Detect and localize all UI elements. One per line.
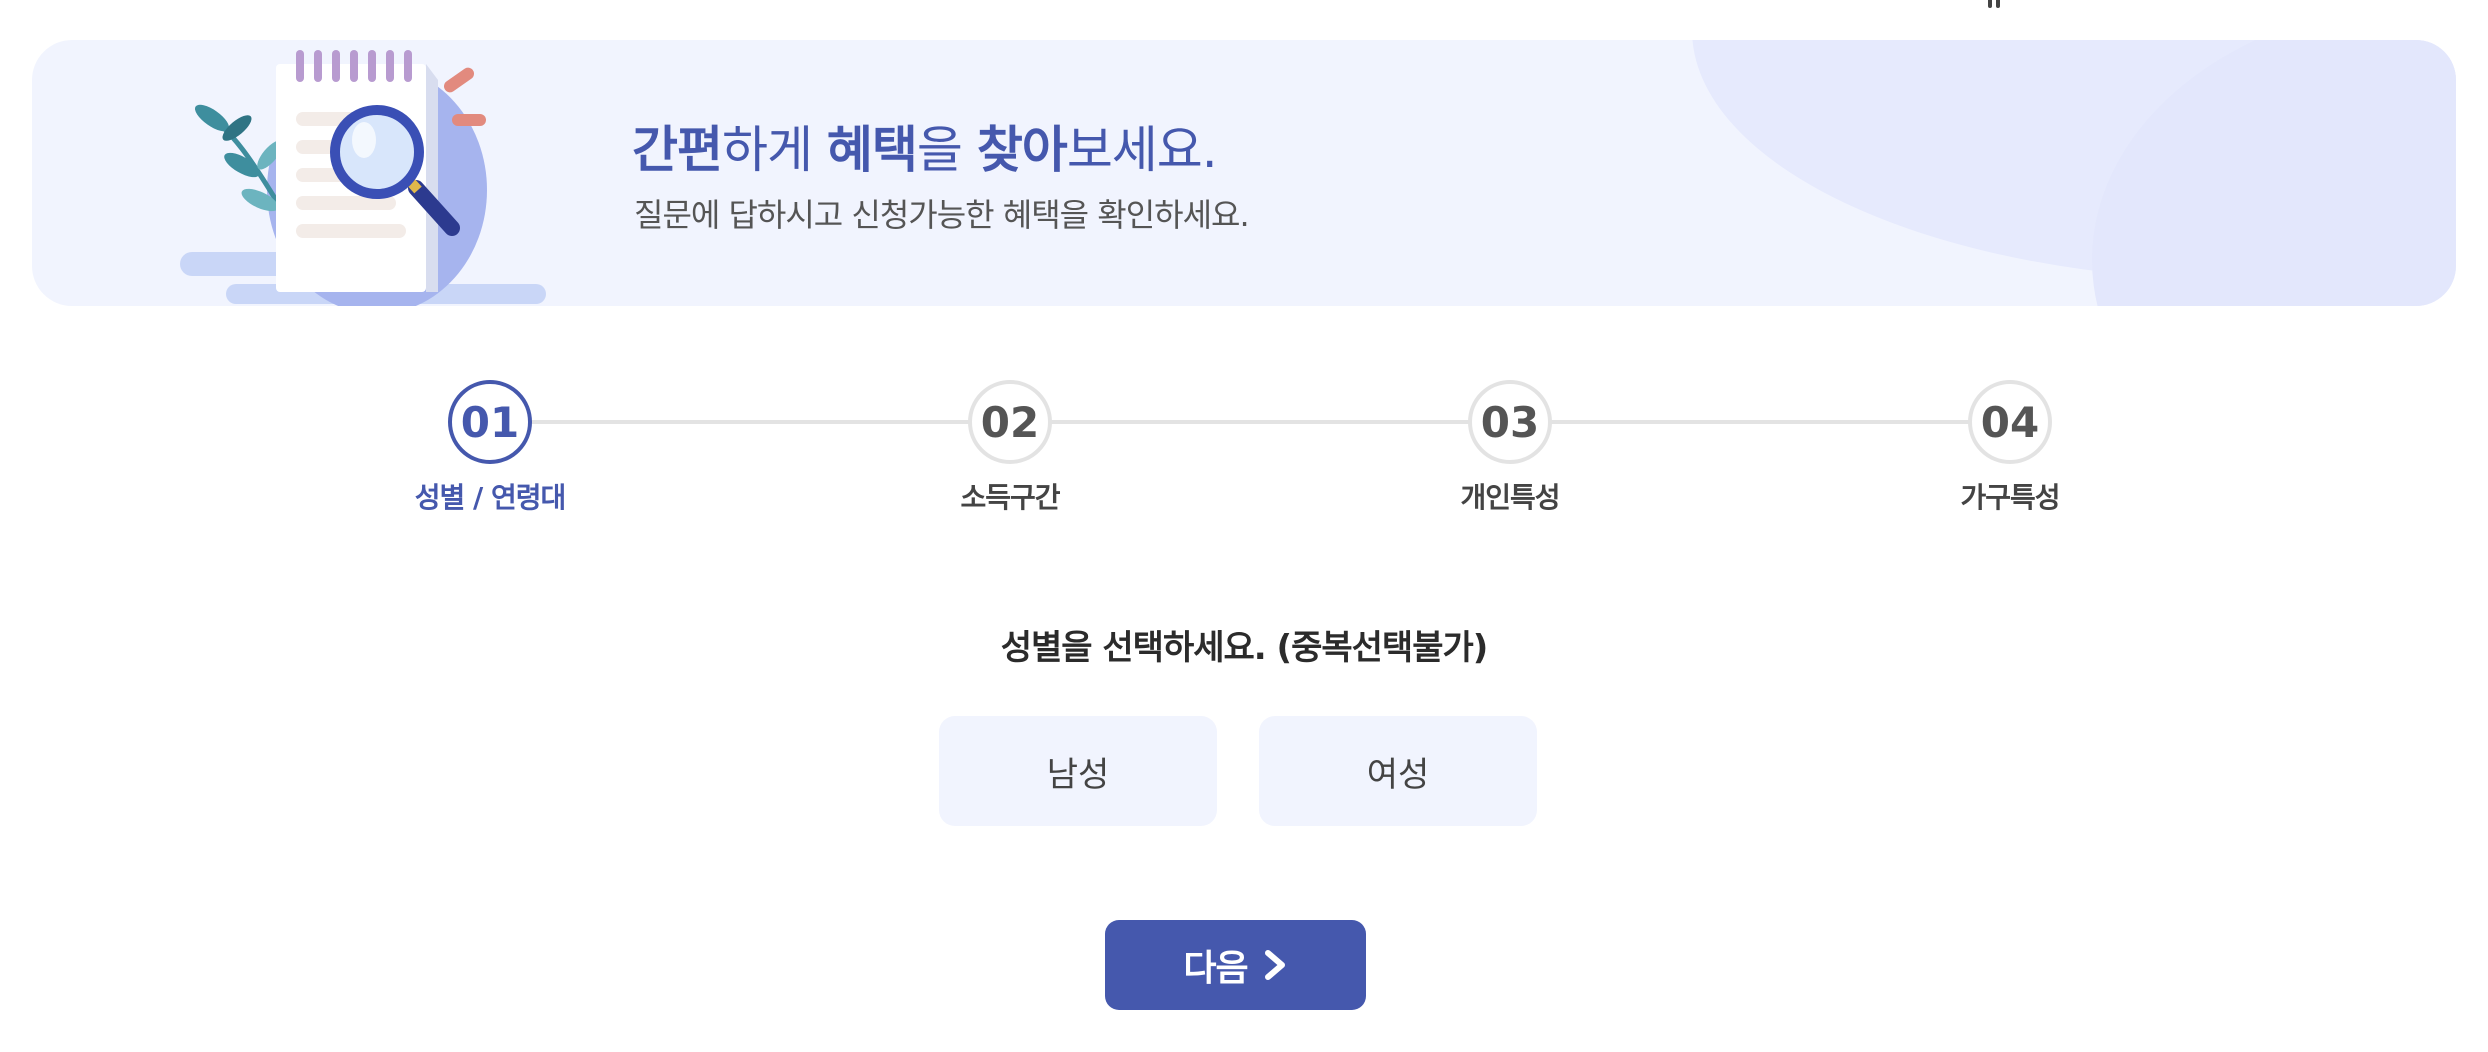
banner-subtitle: 질문에 답하시고 신청가능한 혜택을 확인하세요. (634, 196, 1250, 234)
top-edge-icon (1988, 0, 2000, 8)
option-male-button[interactable]: 남성 (939, 716, 1217, 826)
step-label: 소득구간 (960, 481, 1060, 514)
question-title: 성별을 선택하세요. (중복선택불가) (1000, 628, 1489, 668)
banner-title: 간편하게 혜택을 찾아보세요. (632, 110, 1218, 182)
step-label: 개인특성 (1460, 481, 1560, 514)
step-number: 03 (1468, 380, 1552, 464)
step-1: 01 성별 / 연령대 (370, 380, 610, 516)
step-label: 성별 / 연령대 (414, 481, 567, 514)
step-number: 01 (448, 380, 532, 464)
document-magnifier-icon (180, 50, 546, 306)
banner-title-part: 보세요. (1066, 121, 1218, 179)
gender-options: 남성 여성 (939, 716, 1537, 826)
banner-title-part: 찾아 (976, 121, 1068, 179)
progress-stepper: 01 성별 / 연령대 02 소득구간 03 개인특성 04 가구특성 (0, 380, 2488, 530)
step-number: 04 (1968, 380, 2052, 464)
hero-banner: 간편하게 혜택을 찾아보세요. 질문에 답하시고 신청가능한 혜택을 확인하세요… (32, 40, 2456, 306)
step-4: 04 가구특성 (1890, 380, 2130, 516)
option-female-button[interactable]: 여성 (1259, 716, 1537, 826)
banner-title-part: 간편 (632, 121, 723, 179)
banner-title-part: 하게 (722, 121, 827, 179)
chevron-right-icon (1264, 950, 1285, 980)
next-button-label: 다음 (1183, 948, 1248, 989)
banner-title-part: 을 (916, 121, 977, 179)
step-number: 02 (968, 380, 1052, 464)
next-button[interactable]: 다음 (1105, 920, 1366, 1010)
banner-title-part: 혜택 (826, 121, 918, 179)
step-2: 02 소득구간 (890, 380, 1130, 516)
step-3: 03 개인특성 (1390, 380, 1630, 516)
step-label: 가구특성 (1960, 481, 2060, 514)
